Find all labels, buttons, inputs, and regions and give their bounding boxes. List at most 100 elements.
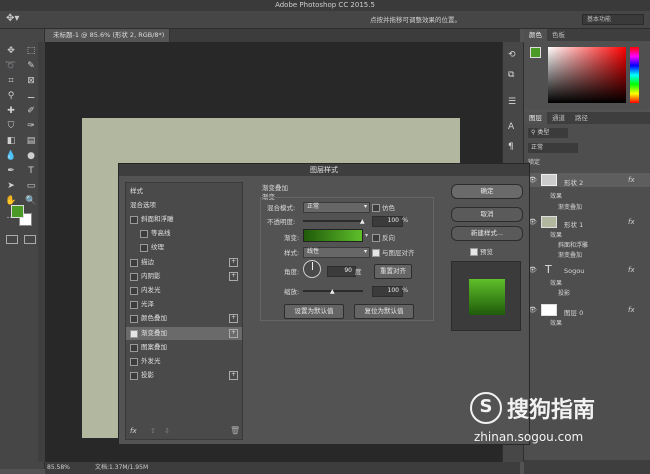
layer-row-layer0[interactable]: 👁 图层 0 fx 效果: [524, 303, 650, 341]
style-item-checkbox[interactable]: [130, 358, 138, 366]
fx-icon[interactable]: fx: [628, 218, 635, 226]
screen-mode-icon[interactable]: [24, 235, 36, 244]
document-tab[interactable]: 未标题-1 @ 85.6% (形状 2, RGB/8*) *: [45, 29, 170, 52]
lasso-icon[interactable]: ➰: [4, 59, 18, 73]
pen-icon[interactable]: ✒: [4, 164, 18, 178]
add-effect-icon[interactable]: +: [229, 271, 238, 281]
styles-header[interactable]: 样式: [126, 185, 246, 198]
shape-icon[interactable]: ▭: [24, 179, 38, 193]
layer-row-sogou[interactable]: 👁 T Sogou fx 效果 投影: [524, 263, 650, 301]
fx-icon[interactable]: fx: [628, 176, 635, 184]
slice-icon[interactable]: ⊠: [24, 74, 38, 88]
style-item-checkbox[interactable]: [130, 258, 138, 267]
fx-menu-icon[interactable]: fx: [130, 427, 137, 435]
effect-bevel[interactable]: 斜面和浮雕: [558, 240, 588, 249]
quick-mask-icon[interactable]: [6, 235, 18, 244]
style-item[interactable]: 光泽: [126, 298, 242, 311]
tab-layers[interactable]: 图层: [524, 112, 547, 124]
zoom-icon[interactable]: 🔍: [24, 194, 38, 208]
angle-dial[interactable]: [303, 260, 321, 278]
workspace-switcher[interactable]: 基本功能: [582, 14, 644, 25]
healing-icon[interactable]: ✚: [4, 104, 18, 118]
move-tool-icon[interactable]: ✥▾: [6, 13, 19, 24]
style-item-checkbox[interactable]: [130, 372, 138, 381]
preview-checkbox[interactable]: [470, 248, 478, 256]
adjust-icon[interactable]: ☰: [508, 97, 516, 107]
add-effect-icon[interactable]: +: [229, 371, 238, 381]
foreground-color-swatch[interactable]: [11, 205, 24, 218]
layer-name[interactable]: 形状 2: [564, 177, 583, 187]
opacity-slider-thumb[interactable]: ▲: [360, 218, 365, 225]
style-item-checkbox[interactable]: [140, 244, 148, 253]
move-up-icon[interactable]: ⇧: [150, 427, 156, 435]
reset-alignment-button[interactable]: 重置对齐: [374, 264, 412, 279]
dodge-icon[interactable]: ●: [24, 149, 38, 163]
effect-drop-shadow[interactable]: 投影: [558, 288, 570, 297]
style-item[interactable]: 内发光: [126, 284, 242, 297]
style-item[interactable]: 描边 +: [126, 256, 242, 269]
layer-name[interactable]: 形状 1: [564, 219, 583, 229]
align-with-layer-checkbox[interactable]: [372, 249, 380, 257]
effect-gradient-overlay[interactable]: 渐变叠加: [558, 202, 582, 211]
zoom-level[interactable]: 85.58%: [47, 462, 70, 474]
style-item-checkbox[interactable]: [130, 315, 138, 324]
character-icon[interactable]: A: [508, 122, 514, 132]
set-default-button[interactable]: 设置为默认值: [284, 304, 344, 319]
brush-icon[interactable]: ✐: [24, 104, 38, 118]
add-effect-icon[interactable]: +: [229, 314, 238, 324]
color-field[interactable]: [548, 47, 626, 103]
hue-slider[interactable]: [630, 47, 639, 103]
style-item[interactable]: 图案叠加: [126, 341, 242, 354]
color-fg-swatch[interactable]: [530, 47, 541, 58]
move-down-icon[interactable]: ⇩: [164, 427, 170, 435]
tab-swatches[interactable]: 色板: [547, 29, 570, 41]
fx-icon[interactable]: fx: [628, 306, 635, 314]
style-item[interactable]: 斜面和浮雕: [126, 213, 242, 226]
style-item[interactable]: 纹理: [126, 241, 242, 254]
style-item[interactable]: 外发光: [126, 355, 242, 368]
style-item-checkbox[interactable]: [130, 301, 138, 310]
tab-paths[interactable]: 路径: [570, 112, 593, 124]
fx-icon[interactable]: fx: [628, 266, 635, 274]
opacity-value[interactable]: 100: [372, 216, 403, 227]
gradient-tool-icon[interactable]: ▤: [24, 134, 38, 148]
layer-kind-filter[interactable]: ⚲ 类型: [528, 128, 568, 138]
doc-info[interactable]: 文档:1.37M/1.95M: [95, 462, 148, 474]
paragraph-icon[interactable]: ¶: [508, 142, 514, 152]
history-icon[interactable]: ⟲: [508, 50, 516, 60]
layer-blend-mode[interactable]: 正常: [528, 143, 578, 153]
move-icon[interactable]: ✥: [4, 44, 18, 58]
reset-default-button[interactable]: 复位为默认值: [354, 304, 414, 319]
blend-options-item[interactable]: 混合选项: [126, 199, 246, 212]
layer-name[interactable]: Sogou: [564, 267, 584, 275]
style-item[interactable]: 渐变叠加 +: [126, 326, 242, 340]
gradient-preview-swatch[interactable]: [303, 229, 363, 242]
marquee-icon[interactable]: ⬚: [24, 44, 38, 58]
eyedropper-icon[interactable]: ⚲: [4, 89, 18, 103]
stamp-icon[interactable]: ⛉: [4, 119, 18, 133]
style-item[interactable]: 投影 +: [126, 369, 242, 382]
crop-icon[interactable]: ⌗: [4, 74, 18, 88]
eraser-icon[interactable]: ◧: [4, 134, 18, 148]
gradient-dropdown-icon[interactable]: ▾: [365, 232, 368, 239]
layer-row-shape1[interactable]: 👁 形状 1 fx 效果 斜面和浮雕 渐变叠加: [524, 215, 650, 263]
style-item-checkbox[interactable]: [130, 329, 138, 338]
quick-select-icon[interactable]: ✎: [24, 59, 38, 73]
ok-button[interactable]: 确定: [451, 184, 523, 199]
style-item[interactable]: 等高线: [126, 227, 242, 240]
opacity-slider[interactable]: [303, 220, 363, 222]
new-style-button[interactable]: 新建样式...: [451, 226, 523, 241]
ruler-icon[interactable]: ⚊: [24, 89, 38, 103]
cancel-button[interactable]: 取消: [451, 207, 523, 222]
add-effect-icon[interactable]: +: [229, 328, 238, 338]
effect-gradient-overlay[interactable]: 渐变叠加: [558, 250, 582, 259]
layer-name[interactable]: 图层 0: [564, 307, 583, 317]
style-item-checkbox[interactable]: [130, 216, 138, 224]
style-item-checkbox[interactable]: [140, 230, 148, 239]
tab-color[interactable]: 颜色: [524, 29, 547, 41]
style-item[interactable]: 颜色叠加 +: [126, 312, 242, 325]
type-tool-icon[interactable]: T: [24, 164, 38, 178]
angle-value[interactable]: 90: [327, 266, 356, 277]
trash-icon[interactable]: 🗑: [230, 426, 240, 435]
gradient-style-select[interactable]: 线性 ▾: [303, 247, 370, 258]
